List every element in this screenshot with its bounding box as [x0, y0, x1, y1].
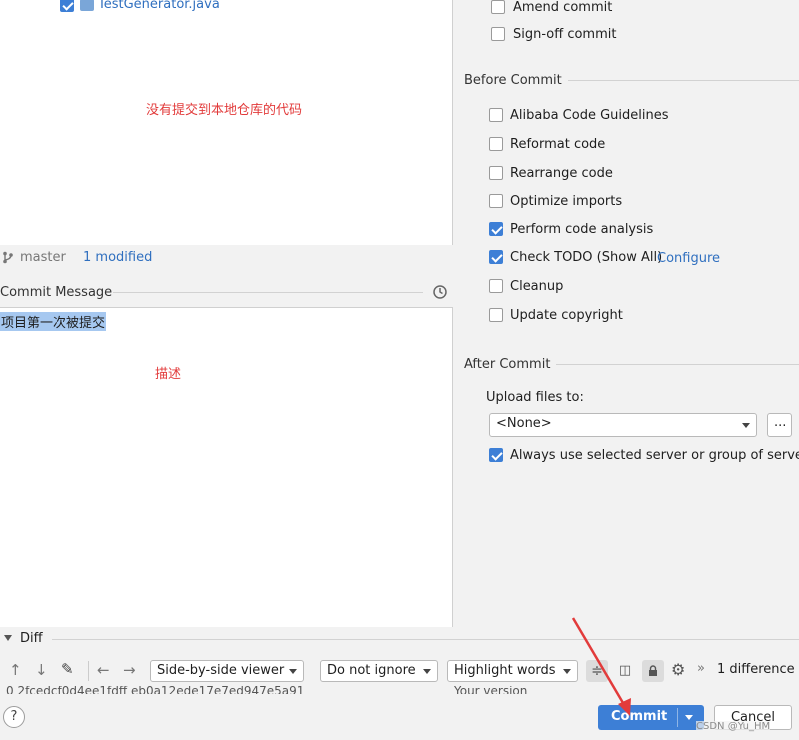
forward-icon[interactable]: → — [123, 663, 136, 678]
java-file-icon — [80, 0, 94, 11]
chevron-down-icon — [289, 669, 297, 674]
signoff-label[interactable]: Sign-off commit — [513, 27, 616, 42]
always-use-label[interactable]: Always use selected server or group of s… — [510, 448, 799, 463]
gear-icon[interactable]: ⚙ — [671, 662, 685, 678]
signoff-checkbox[interactable] — [491, 27, 505, 41]
collapse-icon[interactable] — [4, 635, 12, 641]
next-change-icon[interactable]: ↓ — [35, 663, 48, 678]
upload-server-dropdown[interactable]: <None> — [489, 413, 757, 437]
more-actions-icon[interactable]: » — [697, 662, 705, 675]
perform-code-analysis-label[interactable]: Perform code analysis — [510, 222, 653, 237]
commit-message-text[interactable]: 项目第一次被提交 — [0, 312, 107, 331]
after-commit-separator — [556, 364, 799, 365]
commit-split-divider — [677, 708, 678, 727]
cleanup-checkbox[interactable] — [489, 279, 503, 293]
highlight-dropdown[interactable]: Highlight words — [447, 660, 578, 682]
back-icon[interactable]: ← — [97, 663, 110, 678]
always-use-checkbox[interactable] — [489, 448, 503, 462]
rearrange-code-checkbox[interactable] — [489, 166, 503, 180]
chevron-down-icon[interactable] — [685, 715, 693, 720]
reformat-code-checkbox[interactable] — [489, 137, 503, 151]
before-commit-title: Before Commit — [464, 73, 562, 88]
diff-title: Diff — [20, 631, 43, 646]
commit-message-separator — [113, 292, 423, 293]
commit-message-label: Commit Message — [0, 285, 113, 300]
file-row[interactable]: TestGenerator.java — [60, 0, 310, 15]
optimize-imports-label[interactable]: Optimize imports — [510, 194, 622, 209]
before-commit-separator — [568, 80, 799, 81]
configure-link[interactable]: Configure — [657, 251, 720, 266]
chevron-down-icon — [742, 423, 750, 428]
commit-message-editor[interactable]: 项目第一次被提交 描述 — [0, 307, 453, 627]
amend-commit-checkbox[interactable] — [491, 0, 505, 14]
diff-hash: 0 2fcedcf0d4ee1fdff eb0a12ede17e7ed947e5… — [6, 686, 305, 694]
diff-file-header: 0 2fcedcf0d4ee1fdff eb0a12ede17e7ed947e5… — [0, 686, 799, 694]
annotation-uncommitted: 没有提交到本地仓库的代码 — [146, 103, 303, 118]
check-todo-show-all-checkbox[interactable] — [489, 250, 503, 264]
alibaba-code-guidelines-label[interactable]: Alibaba Code Guidelines — [510, 108, 669, 123]
toolbar-divider — [88, 661, 89, 681]
changes-tree[interactable]: TestGenerator.java 没有提交到本地仓库的代码 — [0, 0, 453, 245]
rearrange-code-label[interactable]: Rearrange code — [510, 166, 613, 181]
upload-more-button[interactable]: ... — [767, 413, 792, 437]
update-copyright-checkbox[interactable] — [489, 308, 503, 322]
amend-commit-label[interactable]: Amend commit — [513, 0, 612, 15]
branch-icon — [3, 251, 13, 264]
annotation-description: 描述 — [155, 367, 182, 382]
viewer-dropdown[interactable]: Side-by-side viewer — [150, 660, 304, 682]
history-icon[interactable] — [432, 284, 448, 300]
chevron-down-icon — [423, 669, 431, 674]
your-version-label: Your version — [454, 686, 528, 694]
diff-header[interactable]: Diff — [0, 629, 799, 649]
cleanup-label[interactable]: Cleanup — [510, 279, 563, 294]
alibaba-code-guidelines-checkbox[interactable] — [489, 108, 503, 122]
prev-change-icon[interactable]: ↑ — [9, 663, 22, 678]
branch-name: master — [20, 250, 66, 265]
difference-count: 1 difference — [717, 662, 795, 677]
after-commit-title: After Commit — [464, 357, 551, 372]
reformat-code-label[interactable]: Reformat code — [510, 137, 605, 152]
whitespace-dropdown[interactable]: Do not ignore — [320, 660, 438, 682]
file-name[interactable]: TestGenerator.java — [98, 0, 220, 12]
optimize-imports-checkbox[interactable] — [489, 194, 503, 208]
help-icon[interactable]: ? — [3, 706, 25, 728]
diff-separator — [52, 639, 799, 640]
edit-icon[interactable]: ✎ — [61, 662, 74, 677]
annotation-arrow — [571, 617, 631, 716]
check-todo-show-all-label[interactable]: Check TODO (Show All) — [510, 250, 662, 265]
diff-toolbar: ↑ ↓ ✎ ← → Side-by-side viewer Do not ign… — [0, 657, 799, 685]
perform-code-analysis-checkbox[interactable] — [489, 222, 503, 236]
file-checkbox[interactable] — [60, 0, 74, 12]
watermark: CSDN @Yu_HM — [696, 721, 771, 732]
update-copyright-label[interactable]: Update copyright — [510, 308, 623, 323]
upload-server-value: <None> — [496, 416, 552, 431]
branch-status: master 1 modified — [0, 248, 453, 268]
modified-count[interactable]: 1 modified — [83, 250, 152, 265]
upload-label: Upload files to: — [486, 390, 584, 405]
bottom-bar: ? Commit Cancel CSDN @Yu_HM — [0, 694, 799, 740]
